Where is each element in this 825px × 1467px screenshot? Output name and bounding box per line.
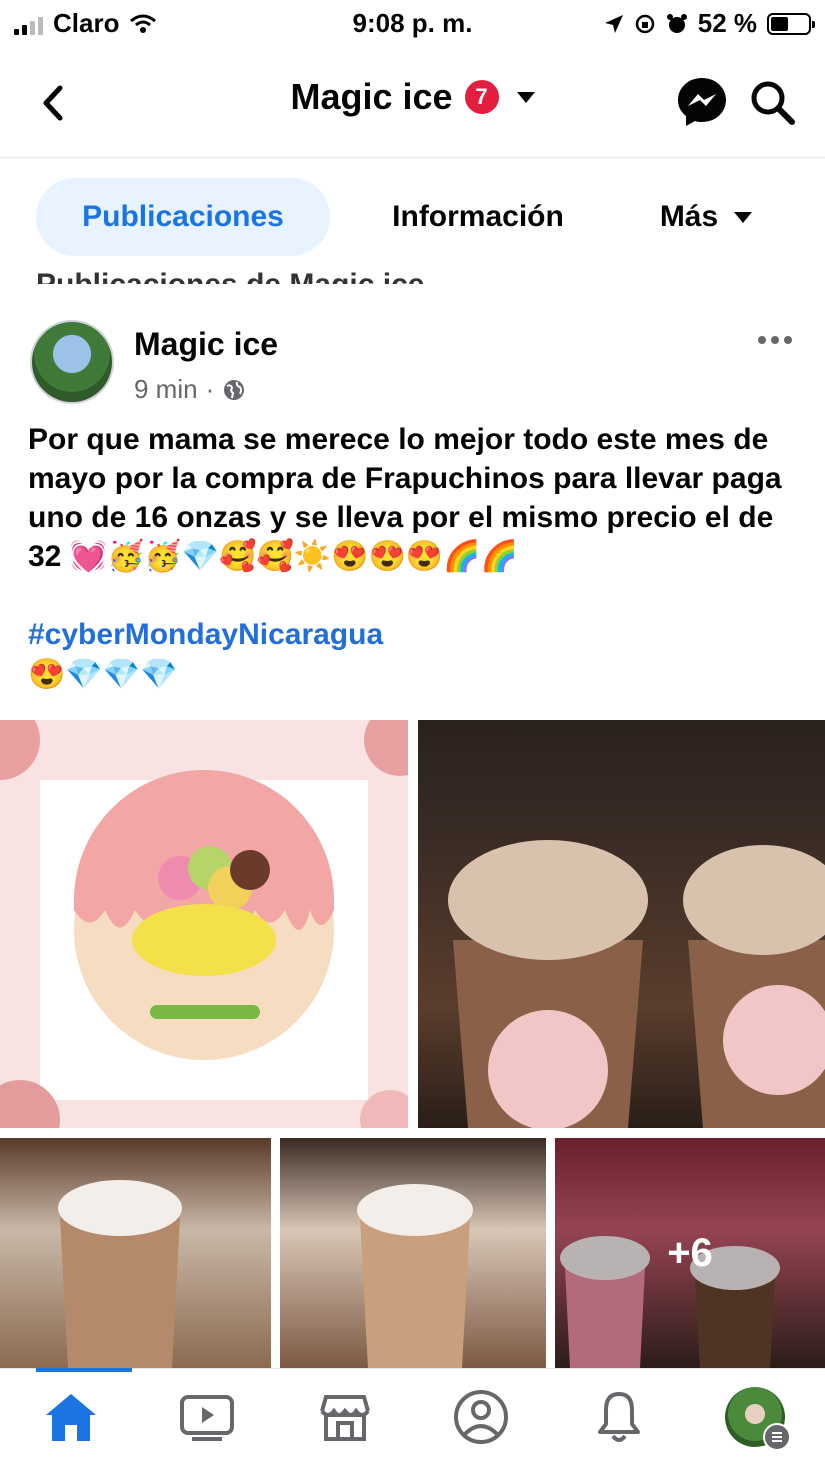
nav-notifications[interactable] <box>584 1385 654 1449</box>
menu-avatar <box>725 1387 791 1451</box>
tab-label: Más <box>659 200 719 233</box>
nav-menu[interactable] <box>720 1385 791 1451</box>
more-photos-count: +6 <box>555 1138 825 1368</box>
profile-icon <box>454 1390 508 1444</box>
frappe-cups-image <box>448 840 825 1128</box>
nav-video[interactable] <box>172 1385 242 1449</box>
messenger-icon[interactable] <box>672 72 732 132</box>
tab-informacion[interactable]: Información <box>356 178 600 256</box>
post-photo-frappe-1[interactable] <box>0 1138 271 1368</box>
page-header: Magic ice 7 <box>0 56 825 152</box>
battery-percent: 52 % <box>697 8 757 38</box>
battery-icon <box>767 12 815 35</box>
video-icon <box>180 1395 234 1441</box>
menu-icon <box>763 1423 791 1451</box>
marketplace-icon <box>320 1395 370 1441</box>
tab-label: Publicaciones <box>82 200 284 233</box>
post-photo-frappe-2[interactable] <box>280 1138 546 1368</box>
section-title: Publicaciones de Magic ice <box>36 254 424 284</box>
header-divider <box>0 156 825 159</box>
notification-badge: 7 <box>464 80 499 114</box>
post-emoji-line: 😍💎💎💎 <box>28 658 178 691</box>
search-icon[interactable] <box>742 72 802 132</box>
post-hashtag[interactable]: #cyberMondayNicaragua <box>28 618 383 652</box>
post-photo-more[interactable]: +6 <box>555 1138 825 1368</box>
tab-mas[interactable]: Más <box>636 178 776 256</box>
post-meta: 9 min · <box>134 374 246 405</box>
nav-profile[interactable] <box>446 1385 516 1449</box>
post-photo-logo[interactable] <box>0 720 408 1128</box>
home-icon <box>46 1394 96 1441</box>
post-text: Por que mama se merece lo mejor todo est… <box>28 423 782 573</box>
location-icon <box>604 14 623 33</box>
chevron-down-icon <box>516 91 535 103</box>
frappe-image <box>58 1180 182 1368</box>
post-time: 9 min <box>134 374 198 404</box>
status-bar: Claro 9:08 p. m. 52 % <box>0 0 825 48</box>
page-title: Magic ice <box>290 76 453 117</box>
tab-label: Información <box>392 200 564 233</box>
alarm-icon <box>666 13 687 33</box>
author-avatar[interactable] <box>30 320 114 404</box>
ice-cream-logo-image <box>0 720 408 1128</box>
rotation-lock-icon <box>635 14 654 33</box>
active-tab-indicator <box>36 1368 132 1372</box>
frappe-image <box>357 1184 473 1368</box>
more-options-icon[interactable] <box>755 330 795 350</box>
bottom-nav <box>0 1368 825 1467</box>
post-author[interactable]: Magic ice <box>134 326 278 363</box>
globe-icon <box>224 379 245 400</box>
notifications-icon <box>598 1392 640 1442</box>
nav-home[interactable] <box>36 1385 106 1449</box>
tab-publicaciones[interactable]: Publicaciones <box>36 178 330 256</box>
status-right: 52 % <box>604 8 815 39</box>
chevron-down-icon <box>734 211 753 223</box>
nav-marketplace[interactable] <box>310 1385 380 1449</box>
post-photo-frappes[interactable] <box>418 720 825 1128</box>
